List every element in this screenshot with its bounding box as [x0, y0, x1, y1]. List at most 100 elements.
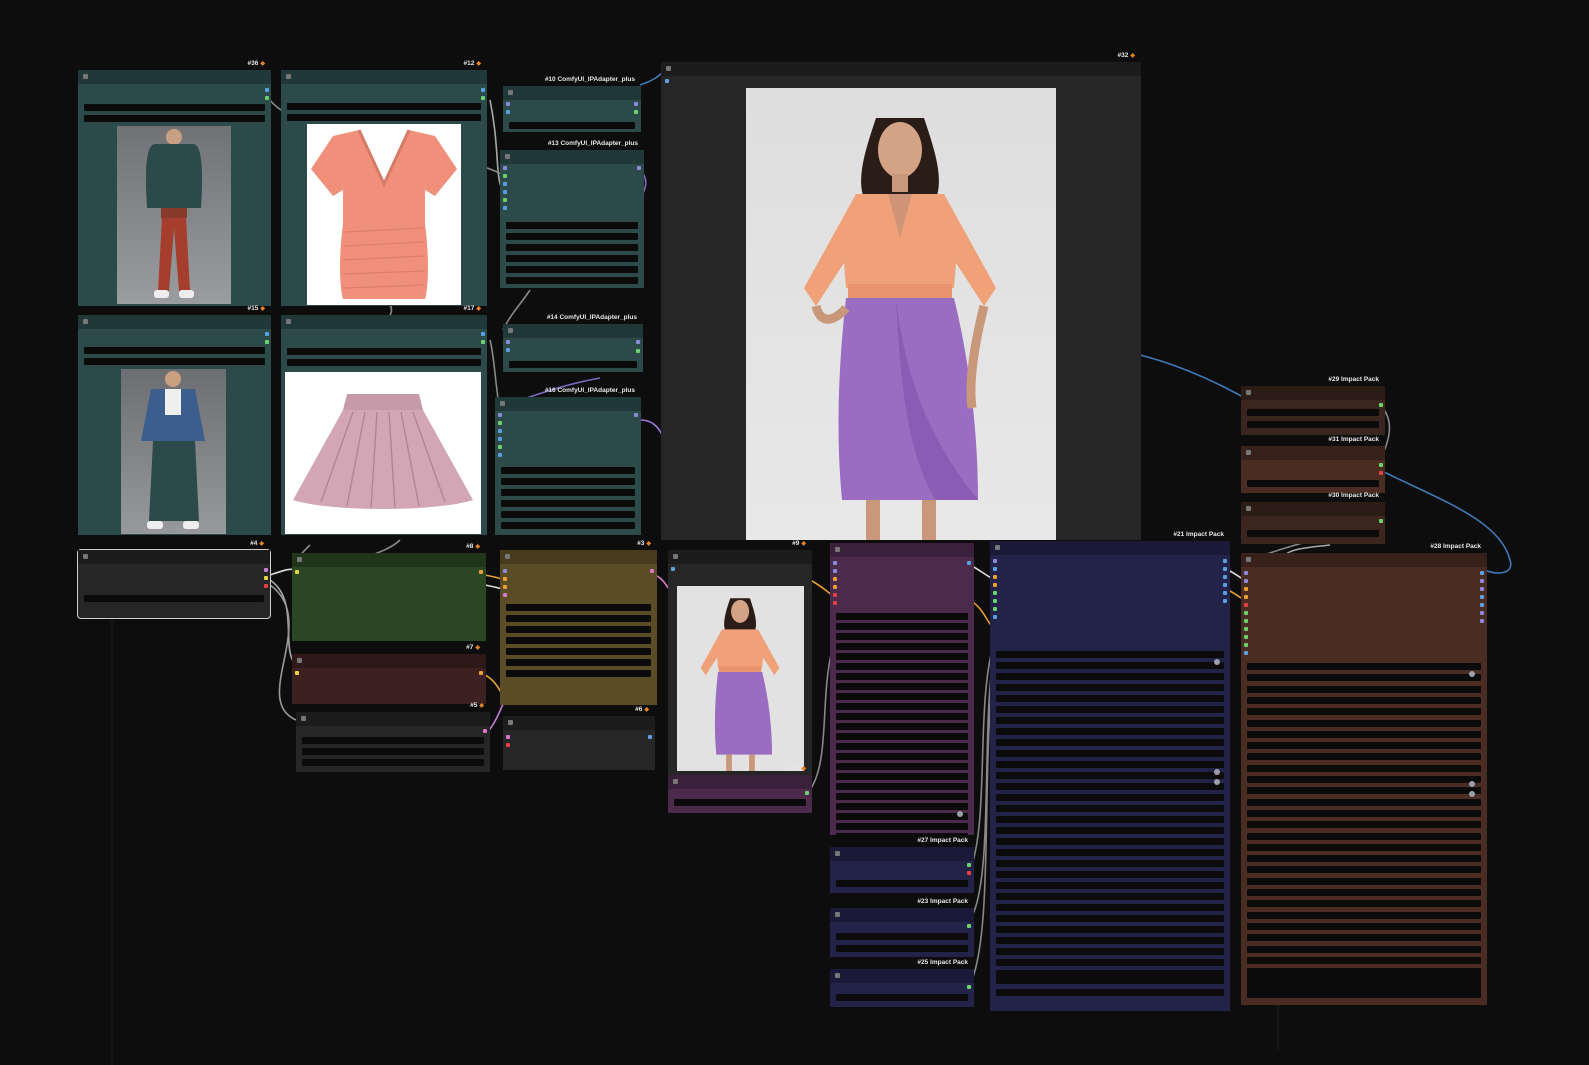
input-port[interactable] [503, 593, 507, 597]
widget-field[interactable] [1247, 674, 1481, 682]
output-port[interactable] [636, 349, 640, 353]
output-port[interactable] [1223, 583, 1227, 587]
output-port[interactable] [264, 568, 268, 572]
node-16-ipadapter[interactable]: #16 ComfyUI_IPAdapter_plus [495, 387, 641, 535]
input-port[interactable] [993, 583, 997, 587]
widget-field[interactable] [84, 115, 265, 122]
input-port[interactable] [833, 601, 837, 605]
widget-field[interactable] [506, 670, 651, 677]
input-port[interactable] [498, 413, 502, 417]
node-32-preview[interactable]: #32 ◆ [661, 52, 1141, 540]
widget-field[interactable] [84, 104, 265, 111]
collapse-icon[interactable] [835, 851, 840, 856]
input-port[interactable] [671, 567, 675, 571]
widget-field[interactable] [836, 743, 968, 750]
widget-field[interactable] [996, 794, 1224, 801]
widget-field[interactable] [836, 783, 968, 790]
input-port[interactable] [1244, 603, 1248, 607]
input-port[interactable] [506, 340, 510, 344]
widget-field[interactable] [1247, 730, 1481, 738]
widget-field[interactable] [996, 651, 1224, 658]
collapse-icon[interactable] [500, 401, 505, 406]
widget-field[interactable] [996, 882, 1224, 889]
widget-field[interactable] [302, 759, 484, 766]
widget-field[interactable] [836, 933, 968, 940]
widget-field[interactable] [836, 753, 968, 760]
widget-field[interactable] [506, 604, 651, 611]
output-port[interactable] [481, 96, 485, 100]
input-port[interactable] [295, 671, 299, 675]
widget-field[interactable] [1247, 866, 1481, 874]
output-port[interactable] [967, 863, 971, 867]
collapse-icon[interactable] [508, 90, 513, 95]
collapse-icon[interactable] [835, 912, 840, 917]
widget-field[interactable] [1247, 855, 1481, 863]
output-port[interactable] [481, 340, 485, 344]
widget-field[interactable] [836, 945, 968, 952]
widget-field[interactable] [836, 793, 968, 800]
widget-field[interactable] [1247, 663, 1481, 670]
widget-field[interactable] [836, 773, 968, 780]
node-25-impact[interactable]: #25 Impact Pack [830, 959, 974, 1007]
node-19[interactable]: #19 ◆ [668, 765, 812, 813]
collapse-icon[interactable] [1246, 557, 1251, 562]
node-17[interactable]: #17 ◆ [281, 305, 487, 535]
input-port[interactable] [503, 577, 507, 581]
widget-field[interactable] [836, 653, 968, 660]
widget-field[interactable] [1247, 776, 1481, 783]
widget-field[interactable] [996, 838, 1224, 845]
input-port[interactable] [498, 437, 502, 441]
input-port[interactable] [1244, 635, 1248, 639]
input-port[interactable] [833, 585, 837, 589]
input-port[interactable] [506, 348, 510, 352]
widget-field[interactable] [996, 706, 1224, 713]
input-port[interactable] [503, 166, 507, 170]
widget-field[interactable] [996, 977, 1224, 984]
collapse-icon[interactable] [83, 554, 88, 559]
widget-field[interactable] [509, 361, 637, 368]
widget-field[interactable] [1247, 696, 1481, 704]
input-port[interactable] [498, 429, 502, 433]
output-port[interactable] [479, 570, 483, 574]
output-port[interactable] [481, 332, 485, 336]
widget-field[interactable] [836, 880, 968, 887]
output-port[interactable] [1223, 591, 1227, 595]
widget-field[interactable] [836, 803, 968, 810]
widget-field[interactable] [1247, 809, 1481, 817]
widget-field[interactable] [1247, 421, 1379, 428]
collapse-icon[interactable] [835, 973, 840, 978]
widget-field[interactable] [509, 122, 635, 129]
widget-field[interactable] [996, 783, 1224, 790]
widget-field[interactable] [996, 926, 1224, 933]
node-28-impact[interactable]: #28 Impact Pack [1241, 543, 1487, 1005]
output-port[interactable] [1480, 611, 1484, 615]
widget-field[interactable] [1247, 877, 1481, 885]
input-port[interactable] [1244, 651, 1248, 655]
collapse-icon[interactable] [508, 720, 513, 725]
widget-field[interactable] [836, 633, 968, 640]
widget-field[interactable] [1247, 787, 1481, 795]
widget-field[interactable] [501, 500, 635, 507]
collapse-icon[interactable] [83, 319, 88, 324]
node-12[interactable]: #12 ◆ [281, 60, 487, 306]
node-27-impact[interactable]: #27 Impact Pack [830, 837, 974, 893]
collapse-icon[interactable] [1246, 390, 1251, 395]
output-port[interactable] [479, 671, 483, 675]
widget-field[interactable] [506, 626, 651, 633]
widget-field[interactable] [836, 683, 968, 690]
widget-field[interactable] [996, 750, 1224, 757]
node-10-ipadapter[interactable]: #10 ComfyUI_IPAdapter_plus [503, 76, 641, 132]
input-port[interactable] [1244, 587, 1248, 591]
output-port[interactable] [264, 576, 268, 580]
output-port[interactable] [481, 88, 485, 92]
widget-field[interactable] [84, 358, 265, 365]
input-port[interactable] [503, 182, 507, 186]
widget-field[interactable] [1247, 843, 1481, 851]
widget-field[interactable] [506, 648, 651, 655]
widget-field[interactable] [996, 772, 1224, 779]
input-port[interactable] [665, 79, 669, 83]
widget-field[interactable] [302, 748, 484, 755]
node-15[interactable]: #15 ◆ [78, 305, 271, 535]
widget-field[interactable] [501, 522, 635, 529]
widget-field[interactable] [1247, 685, 1481, 693]
